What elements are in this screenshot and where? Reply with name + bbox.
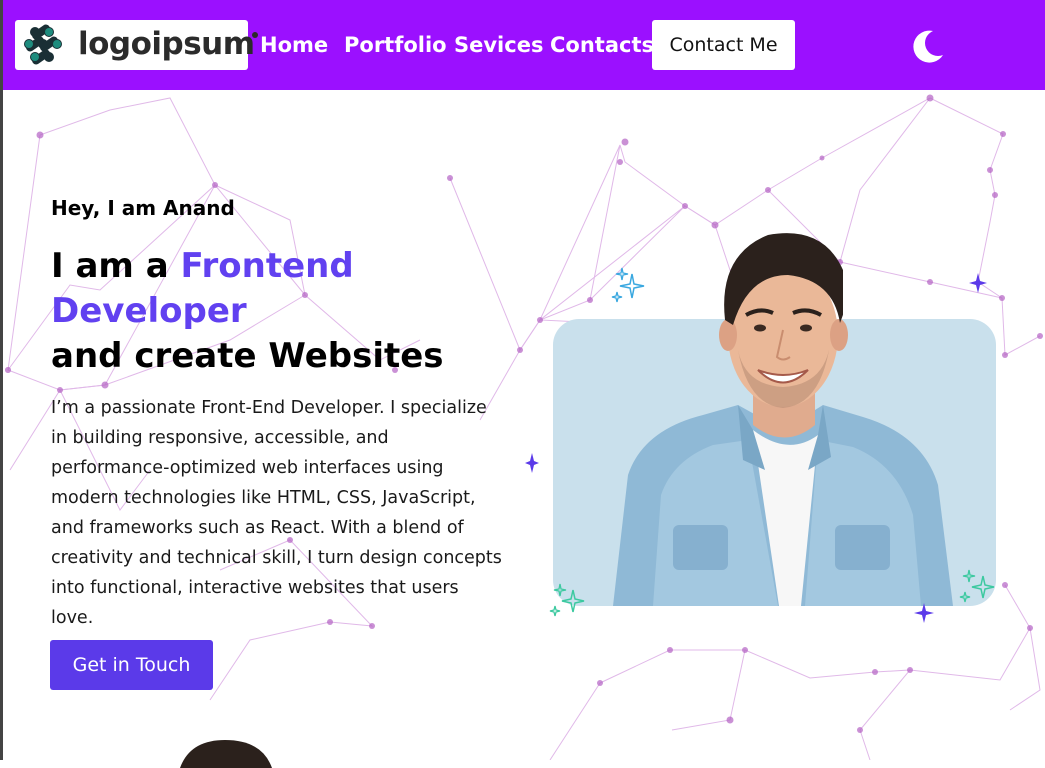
logo[interactable]: logoipsum [15,20,258,70]
sparkle-icon [969,273,987,293]
greeting-text: Hey, I am Anand [51,196,235,220]
contact-me-button[interactable]: Contact Me [652,20,795,70]
sparkle-icon [611,267,645,303]
sparkle-icon [549,583,585,617]
get-in-touch-button[interactable]: Get in Touch [50,640,213,690]
window-left-border [0,0,3,760]
hero-headline: I am a Frontend Developer and create Web… [51,244,471,379]
nav-services-link[interactable]: Sevices [454,33,543,57]
avatar [180,740,272,768]
headline-prefix: I am a [51,246,181,286]
nav-contacts-link[interactable]: Contacts [550,33,654,57]
logo-mark-icon [24,24,62,65]
nav-portfolio-link[interactable]: Portfolio [344,33,447,57]
headline-suffix: and create Websites [51,336,444,376]
nav-home-link[interactable]: Home [260,33,328,57]
sparkle-icon [914,603,934,623]
sparkle-icon [959,569,995,603]
sparkle-icon [525,453,539,473]
logo-text: logoipsum [78,26,255,62]
navbar: logoipsum Home Portfolio Sevices Contact… [0,0,1045,90]
moon-icon[interactable] [909,27,947,65]
bio-paragraph: I’m a passionate Front-End Developer. I … [51,398,502,628]
logo-dot [252,32,258,38]
